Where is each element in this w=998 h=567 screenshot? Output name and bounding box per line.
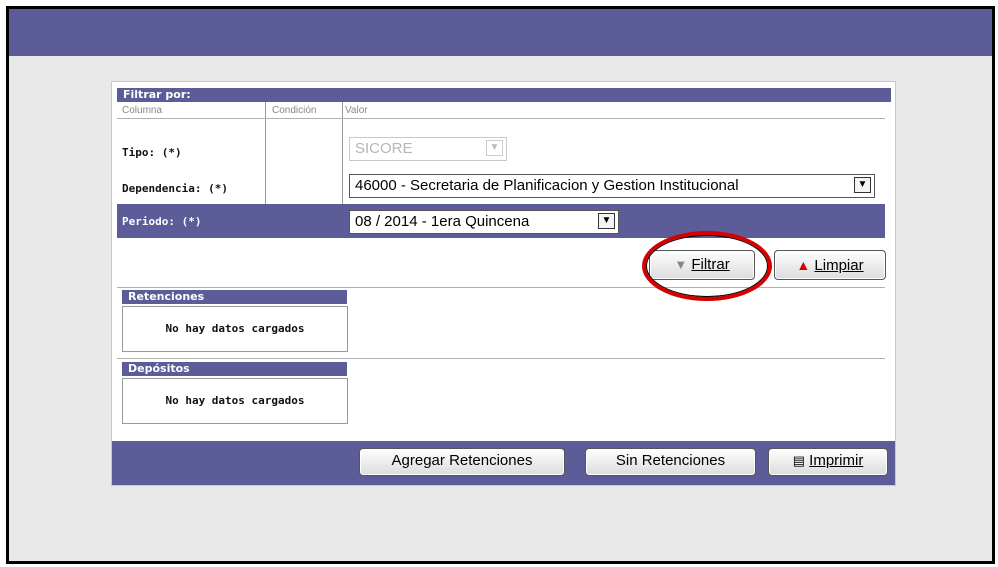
retenciones-empty: No hay datos cargados [122, 306, 348, 352]
depositos-header: Depósitos [122, 362, 347, 376]
imprimir-button[interactable]: ▤ Imprimir [768, 448, 888, 476]
divider [117, 287, 885, 288]
periodo-select[interactable]: 08 / 2014 - 1era Quincena ▼ [349, 210, 619, 234]
periodo-label: Periodo: (*) [122, 215, 202, 228]
imprimir-label: Imprimir [809, 452, 864, 469]
filter-header: Filtrar por: [117, 88, 891, 102]
chevron-down-icon: ▼ [854, 177, 871, 193]
chevron-down-icon: ▼ [598, 213, 615, 229]
sin-label: Sin Retenciones [615, 452, 726, 469]
tipo-value: SICORE [355, 140, 413, 157]
divider [117, 358, 885, 359]
tipo-select[interactable]: SICORE ▼ [349, 137, 507, 161]
tipo-label: Tipo: (*) [122, 146, 182, 159]
top-bar [9, 9, 992, 56]
dependencia-value: 46000 - Secretaria de Planificacion y Ge… [355, 177, 739, 194]
limpiar-label: Limpiar [814, 257, 864, 274]
condition-caption: Condición [272, 105, 317, 116]
periodo-value: 08 / 2014 - 1era Quincena [355, 213, 530, 230]
sin-retenciones-button[interactable]: Sin Retenciones [585, 448, 756, 476]
printer-icon: ▤ [792, 453, 805, 468]
dependencia-label: Dependencia: (*) [122, 182, 228, 195]
value-caption: Valor [345, 105, 368, 116]
funnel-icon: ▼ [674, 257, 688, 272]
column-caption: Columna [122, 105, 163, 116]
retenciones-header: Retenciones [122, 290, 347, 304]
broom-icon: ▲ [796, 257, 811, 273]
depositos-empty: No hay datos cargados [122, 378, 348, 424]
dependencia-select[interactable]: 46000 - Secretaria de Planificacion y Ge… [349, 174, 875, 198]
agregar-label: Agregar Retenciones [391, 452, 533, 469]
filter-panel: Filtrar por: Columna Condición Valor Tip… [111, 81, 896, 486]
chevron-down-icon: ▼ [486, 140, 503, 156]
divider [117, 118, 885, 119]
agregar-retenciones-button[interactable]: Agregar Retenciones [359, 448, 565, 476]
filtrar-button[interactable]: ▼ Filtrar [649, 250, 755, 280]
window-frame: Filtrar por: Columna Condición Valor Tip… [6, 6, 995, 564]
filtrar-label: Filtrar [691, 256, 730, 273]
limpiar-button[interactable]: ▲ Limpiar [774, 250, 886, 280]
